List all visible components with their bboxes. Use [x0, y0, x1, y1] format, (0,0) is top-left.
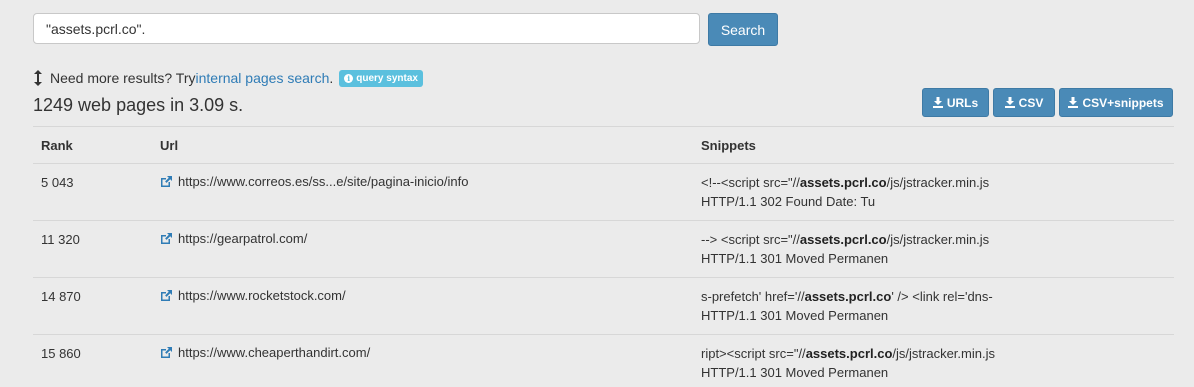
download-urls-label: URLs: [946, 95, 979, 110]
row-snippet: --> <script src="//assets.pcrl.co/js/jst…: [701, 232, 990, 266]
row-rank: 5 043: [41, 175, 74, 190]
row-rank: 14 870: [41, 289, 81, 304]
row-url[interactable]: https://gearpatrol.com/: [160, 231, 307, 246]
row-url-link[interactable]: https://www.cheaperthandirt.com/: [178, 345, 370, 360]
header-snippets: Snippets: [701, 138, 756, 153]
row-url-link[interactable]: https://www.rocketstock.com/: [178, 288, 346, 303]
table-top-divider: [33, 126, 1174, 127]
query-syntax-badge[interactable]: i query syntax: [339, 69, 423, 87]
download-icon: [1068, 97, 1079, 108]
updown-arrow-icon: [34, 70, 42, 86]
row-url[interactable]: https://www.cheaperthandirt.com/: [160, 345, 370, 360]
row-url[interactable]: https://www.correos.es/ss...e/site/pagin…: [160, 174, 468, 189]
external-link-icon[interactable]: [160, 289, 173, 302]
internal-pages-search-link[interactable]: internal pages search: [196, 70, 330, 86]
more-results-suffix: .: [329, 70, 334, 86]
download-csv-label: CSV: [1018, 95, 1044, 110]
download-csv-snippets-button[interactable]: CSV+snippets: [1059, 88, 1173, 117]
query-syntax-label: query syntax: [356, 72, 418, 84]
more-results-text: Need more results? Try: [50, 70, 196, 86]
row-snippet: s-prefetch' href='//assets.pcrl.co' /> <…: [701, 289, 993, 323]
row-rank: 11 320: [41, 232, 80, 247]
header-divider: [33, 163, 1174, 164]
row-divider: [33, 277, 1174, 278]
row-url[interactable]: https://www.rocketstock.com/: [160, 288, 346, 303]
download-csv-button[interactable]: CSV: [993, 88, 1055, 117]
row-snippet: <!--<script src="//assets.pcrl.co/js/jst…: [701, 175, 990, 209]
row-divider: [33, 220, 1174, 221]
download-icon: [932, 97, 943, 108]
results-count: 1249 web pages in 3.09 s.: [33, 95, 244, 115]
row-url-link[interactable]: https://gearpatrol.com/: [178, 231, 307, 246]
header-url: Url: [160, 138, 179, 153]
info-icon: i: [344, 73, 354, 83]
download-csv-snippets-label: CSV+snippets: [1082, 95, 1164, 110]
external-link-icon[interactable]: [160, 175, 173, 188]
more-results-row: Need more results? Try internal pages se…: [33, 68, 423, 88]
download-icon: [1004, 97, 1015, 108]
external-link-icon[interactable]: [160, 232, 173, 245]
search-button[interactable]: Search: [708, 13, 778, 46]
row-snippet: ript><script src="//assets.pcrl.co/js/js…: [701, 346, 995, 380]
download-urls-button[interactable]: URLs: [922, 88, 989, 117]
search-input[interactable]: [33, 13, 700, 44]
external-link-icon[interactable]: [160, 346, 173, 359]
row-rank: 15 860: [41, 346, 81, 361]
header-rank: Rank: [41, 138, 73, 153]
row-url-link[interactable]: https://www.correos.es/ss...e/site/pagin…: [178, 174, 468, 189]
row-divider: [33, 334, 1174, 335]
